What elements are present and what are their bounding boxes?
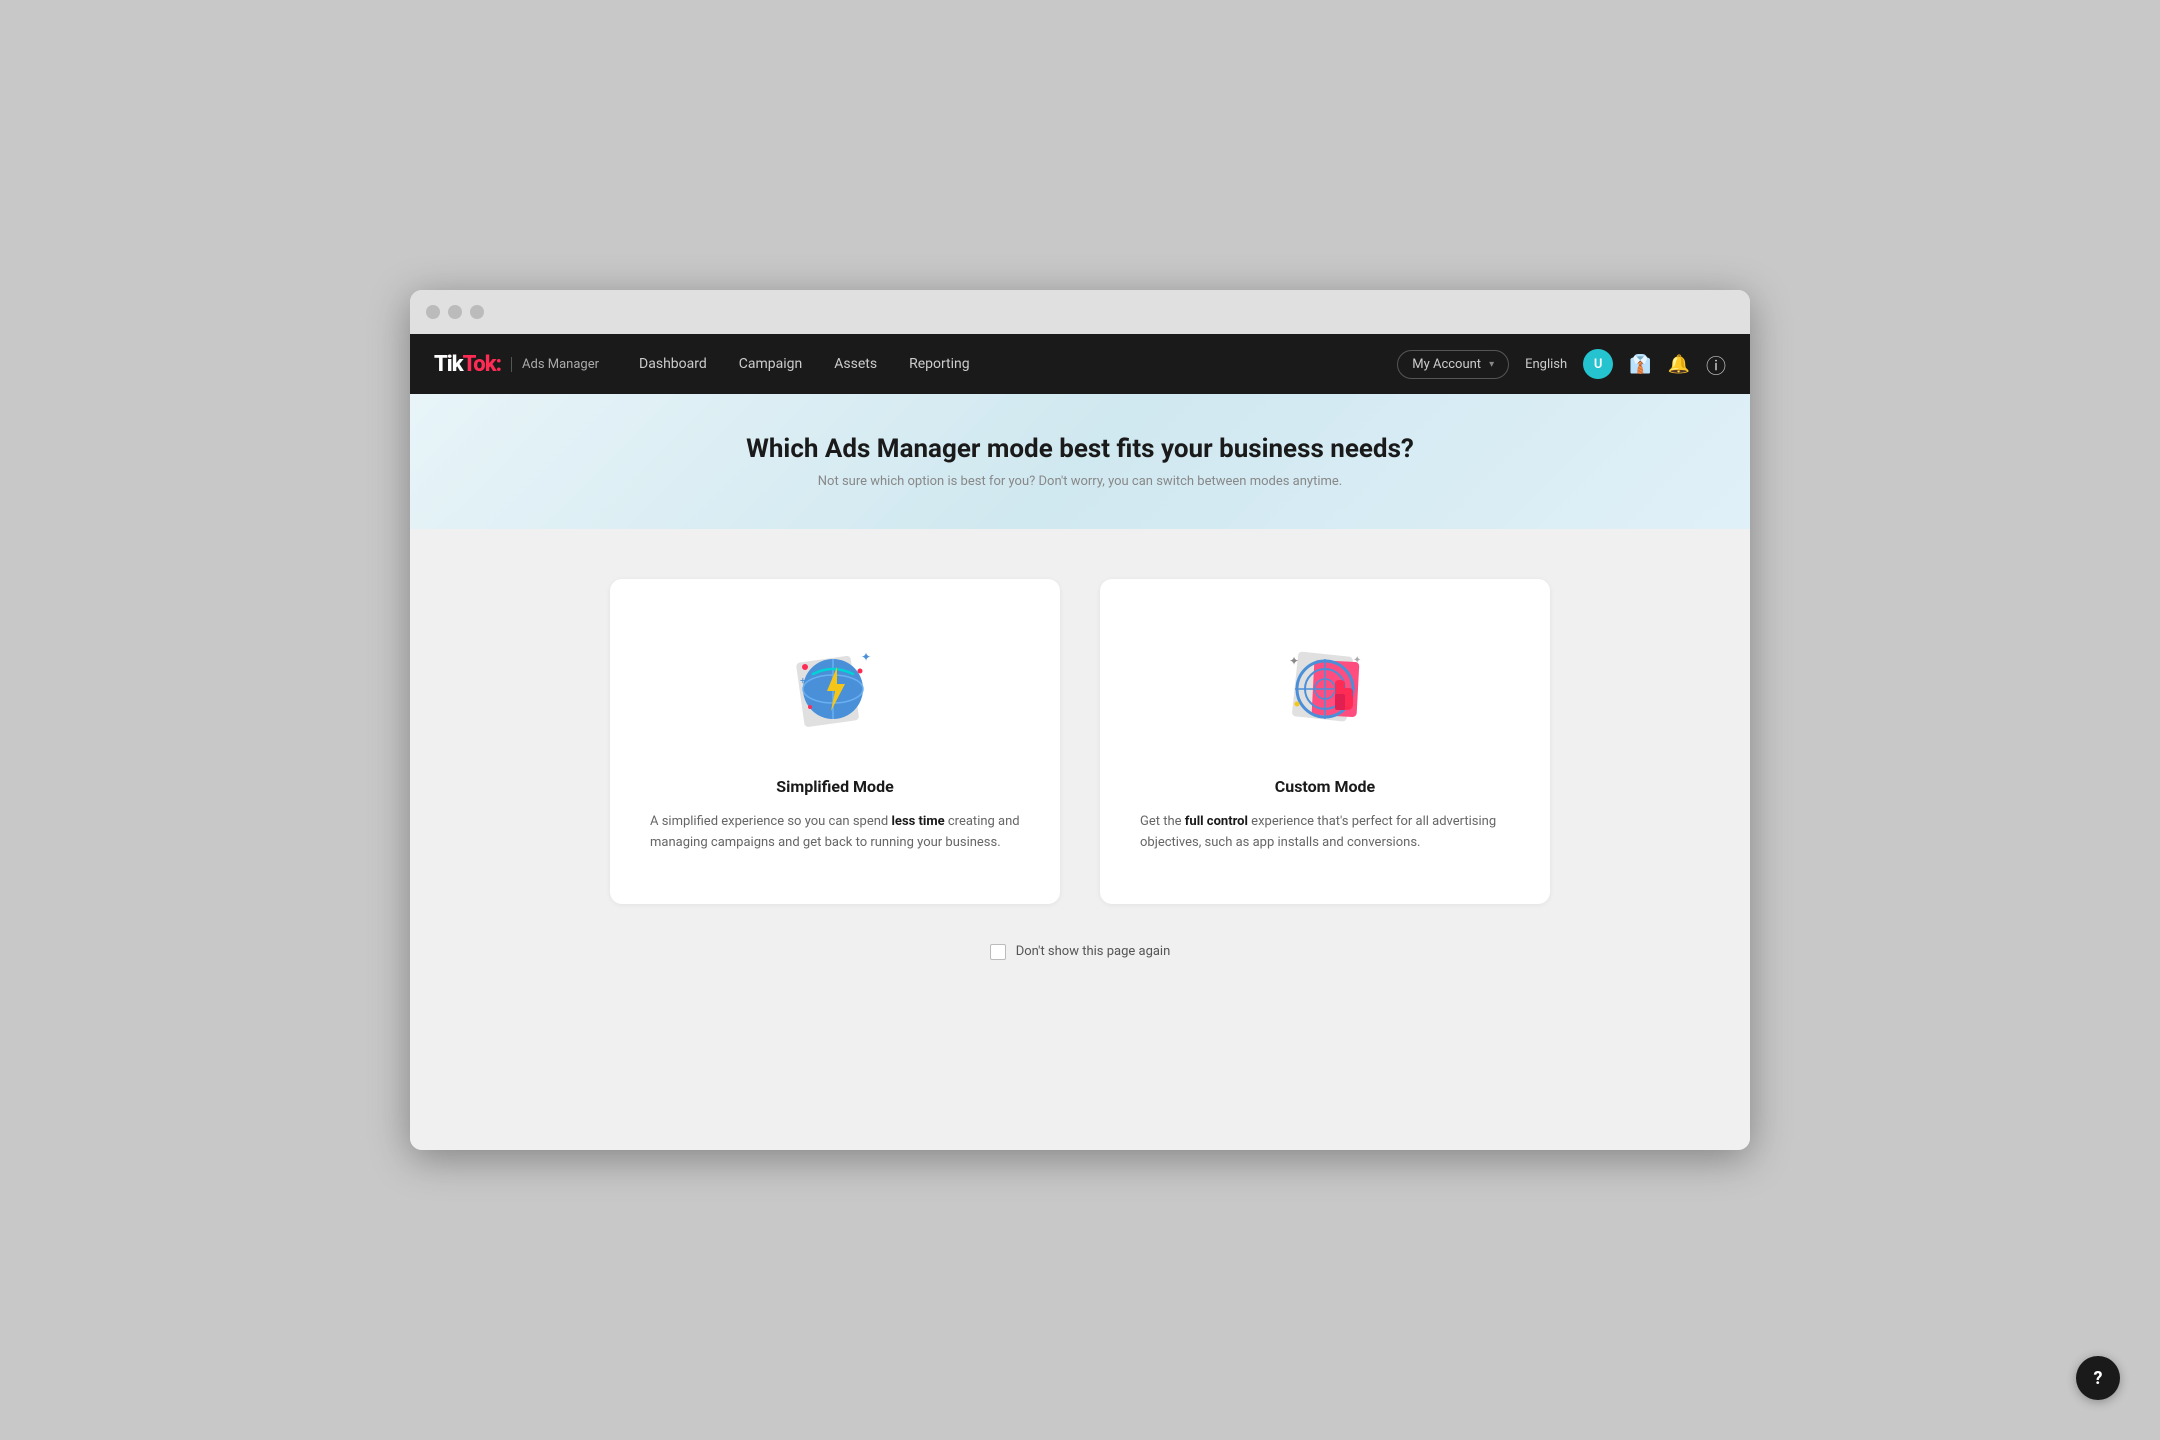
browser-titlebar bbox=[410, 290, 1750, 334]
my-account-label: My Account bbox=[1412, 357, 1481, 372]
question-icon[interactable]: ⓘ bbox=[1706, 350, 1726, 379]
hero-banner: Which Ads Manager mode best fits your bu… bbox=[410, 394, 1750, 529]
bell-icon[interactable]: 🔔 bbox=[1668, 354, 1690, 375]
browser-window: TikTok: Ads Manager Dashboard Campaign A… bbox=[410, 290, 1750, 1150]
tiktok-colon: : bbox=[496, 352, 501, 377]
browser-dot-yellow bbox=[448, 305, 462, 319]
nav-dashboard[interactable]: Dashboard bbox=[639, 356, 707, 372]
dont-show-label: Don't show this page again bbox=[1016, 944, 1171, 959]
help-question-icon: ? bbox=[2094, 1368, 2103, 1389]
svg-text:✦: ✦ bbox=[861, 650, 871, 664]
custom-illustration: ✦ ✦ bbox=[1140, 629, 1510, 749]
user-initial: U bbox=[1594, 357, 1603, 372]
svg-text:+: + bbox=[800, 676, 806, 687]
nav-campaign[interactable]: Campaign bbox=[739, 356, 802, 372]
hero-subtitle: Not sure which option is best for you? D… bbox=[430, 474, 1730, 489]
browser-dot-red bbox=[426, 305, 440, 319]
nav-links: Dashboard Campaign Assets Reporting bbox=[639, 356, 1397, 372]
simplified-mode-description: A simplified experience so you can spend… bbox=[650, 812, 1020, 854]
dont-show-checkbox[interactable] bbox=[990, 944, 1006, 960]
navbar-right: My Account ▾ English U 👔 🔔 ⓘ bbox=[1397, 349, 1726, 379]
main-content: ✦ + Simplified Mode A simplified experie… bbox=[410, 529, 1750, 1150]
custom-mode-card[interactable]: ✦ ✦ Custom Mode Get the full control exp… bbox=[1100, 579, 1550, 904]
svg-text:✦: ✦ bbox=[1353, 655, 1361, 666]
user-avatar[interactable]: U bbox=[1583, 349, 1613, 379]
hero-title: Which Ads Manager mode best fits your bu… bbox=[430, 434, 1730, 464]
nav-reporting[interactable]: Reporting bbox=[909, 356, 970, 372]
ads-manager-label: Ads Manager bbox=[511, 357, 599, 372]
nav-assets[interactable]: Assets bbox=[834, 356, 877, 372]
simplified-illustration: ✦ + bbox=[650, 629, 1020, 749]
simplified-mode-card[interactable]: ✦ + Simplified Mode A simplified experie… bbox=[610, 579, 1060, 904]
cards-container: ✦ + Simplified Mode A simplified experie… bbox=[610, 579, 1550, 904]
my-account-dropdown[interactable]: My Account ▾ bbox=[1397, 350, 1509, 379]
simplified-mode-title: Simplified Mode bbox=[776, 777, 893, 796]
navbar: TikTok: Ads Manager Dashboard Campaign A… bbox=[410, 334, 1750, 394]
custom-mode-title: Custom Mode bbox=[1275, 777, 1375, 796]
briefcase-icon[interactable]: 👔 bbox=[1629, 354, 1651, 375]
dont-show-checkbox-row[interactable]: Don't show this page again bbox=[990, 944, 1171, 960]
svg-text:✦: ✦ bbox=[1289, 654, 1299, 668]
floating-help-button[interactable]: ? bbox=[2076, 1356, 2120, 1400]
browser-dot-green bbox=[470, 305, 484, 319]
language-label: English bbox=[1525, 357, 1567, 372]
custom-mode-description: Get the full control experience that's p… bbox=[1140, 812, 1510, 854]
tiktok-logo: TikTok: bbox=[434, 352, 501, 377]
chevron-down-icon: ▾ bbox=[1489, 359, 1494, 370]
tiktok-logo-dot: Tok bbox=[463, 352, 496, 377]
logo-area: TikTok: Ads Manager bbox=[434, 352, 599, 377]
